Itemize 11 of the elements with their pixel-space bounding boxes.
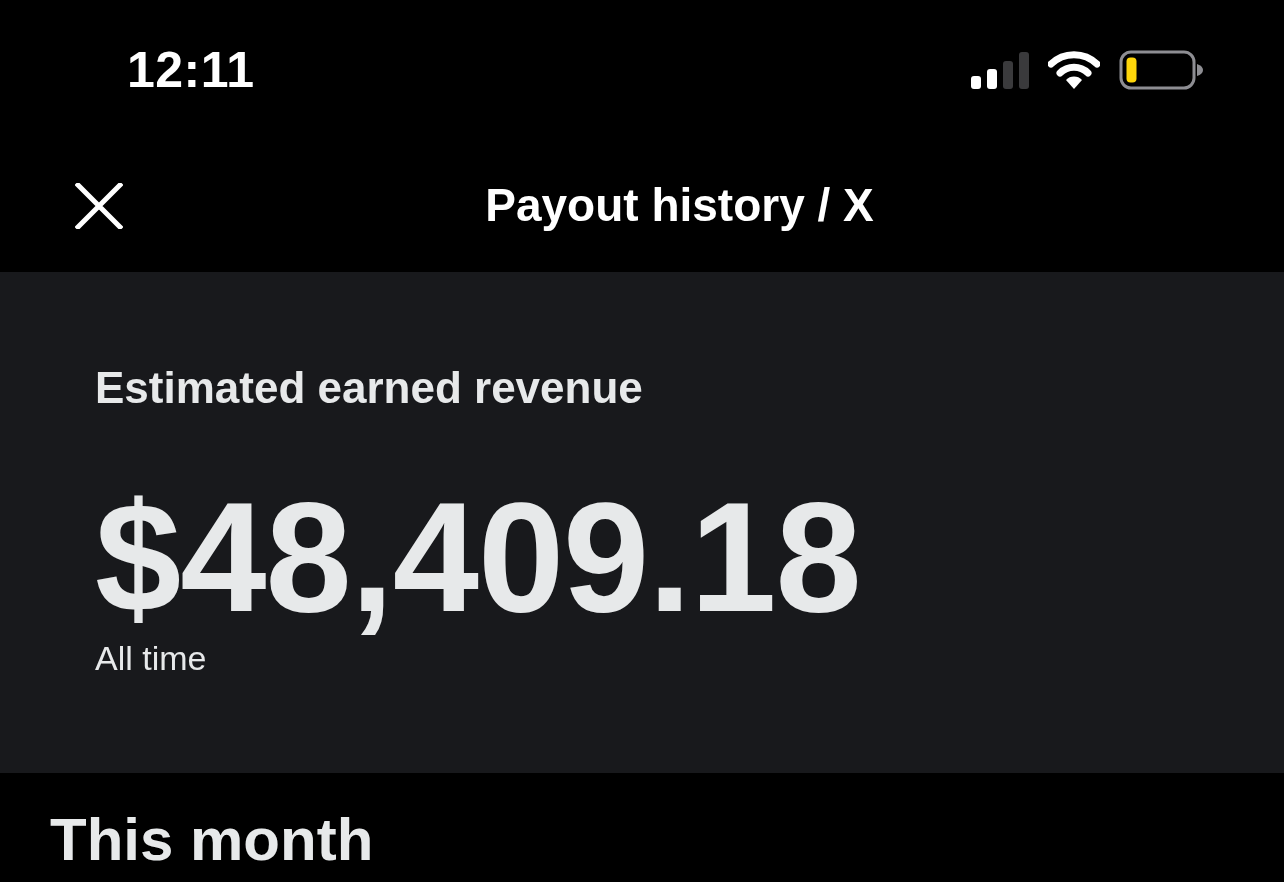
section-heading: This month (50, 807, 375, 873)
close-icon (75, 183, 123, 229)
revenue-period: All time (95, 637, 208, 679)
wifi-icon (1048, 51, 1100, 89)
revenue-label: Estimated earned revenue (95, 362, 644, 414)
status-time: 12:11 (127, 45, 255, 95)
page-title: Payout history / X (485, 178, 874, 234)
close-button[interactable] (75, 183, 123, 229)
battery-icon (1119, 50, 1203, 90)
revenue-amount: $48,409.18 (95, 479, 862, 635)
signal-icon (971, 51, 1029, 89)
